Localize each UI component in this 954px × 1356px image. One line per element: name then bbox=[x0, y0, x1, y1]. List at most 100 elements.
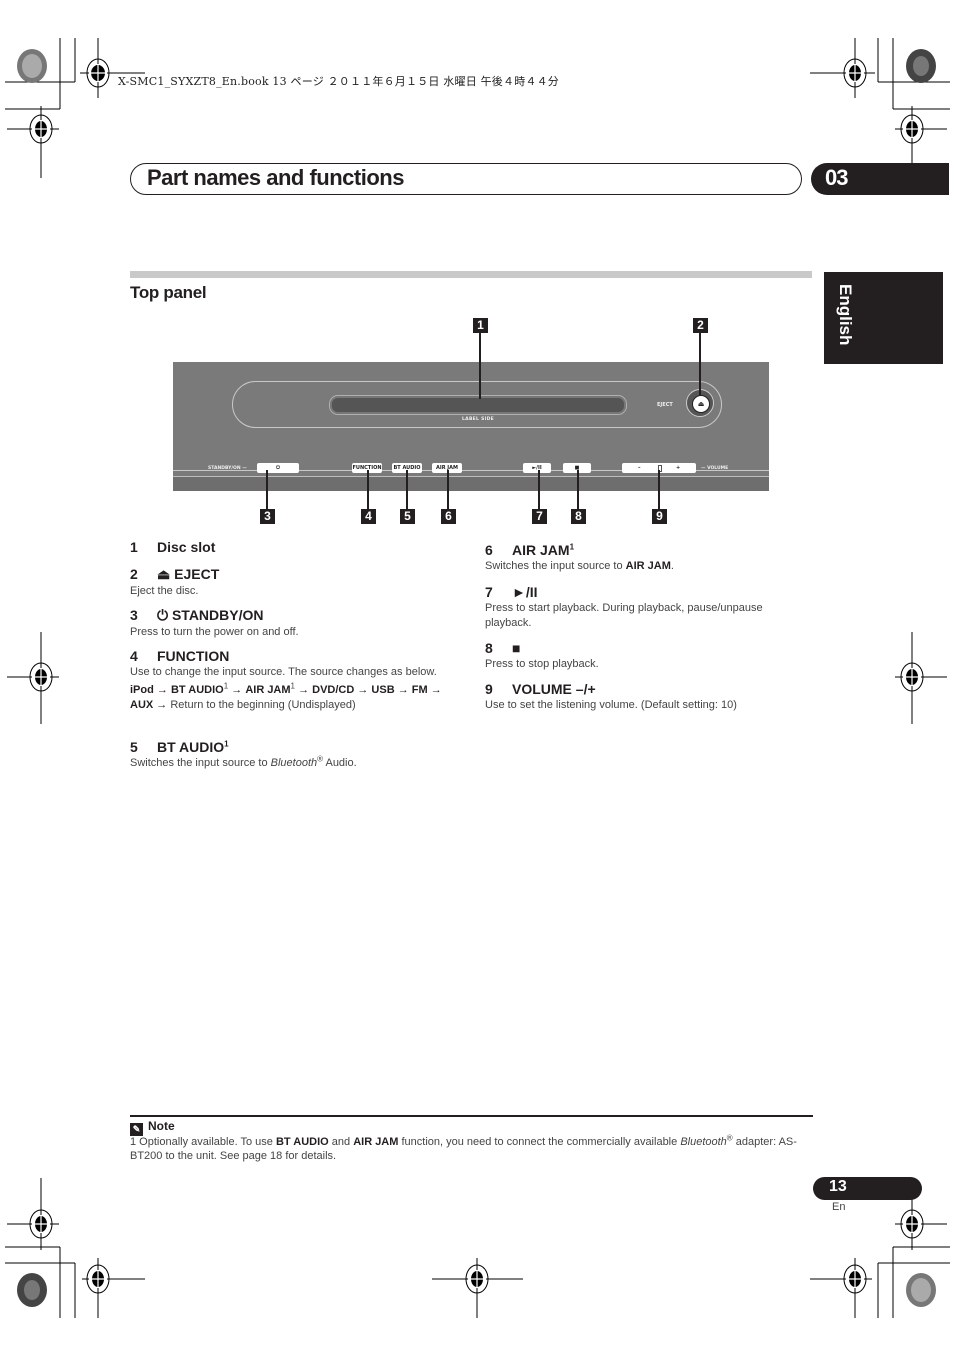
arrow-icon: → bbox=[397, 684, 409, 696]
item-description: Switches the input source to AIR JAM. bbox=[485, 559, 674, 574]
file-meta-header: X-SMC1_SYXZT8_En.book 13 ページ ２０１１年６月１５日 … bbox=[118, 75, 559, 88]
page-number-badge: 13 bbox=[813, 1177, 922, 1200]
arrow-icon: → bbox=[156, 684, 168, 696]
callout-leader-8 bbox=[577, 470, 579, 510]
callout-7: 7 bbox=[532, 509, 547, 524]
callout-6: 6 bbox=[441, 509, 456, 524]
callout-leader-2 bbox=[699, 333, 701, 395]
footnote-ref: 1 bbox=[290, 681, 295, 691]
callout-5: 5 bbox=[400, 509, 415, 524]
seq-fm: FM bbox=[411, 684, 428, 696]
chapter-number-badge: 03 bbox=[811, 163, 949, 195]
seq-return: Return to the beginning (Undisplayed) bbox=[170, 699, 356, 711]
callout-9: 9 bbox=[652, 509, 667, 524]
item-number: 6 bbox=[485, 542, 493, 558]
chapter-title-bar: Part names and functions bbox=[130, 163, 802, 195]
item-number: 1 bbox=[130, 539, 138, 555]
arrow-icon: → bbox=[357, 684, 369, 696]
page-language: En bbox=[832, 1201, 846, 1213]
item-description: Eject the disc. bbox=[130, 585, 199, 597]
item-volume: 9 VOLUME –/+ Use to set the listening vol… bbox=[485, 681, 737, 713]
note-bold: AIR JAM bbox=[353, 1136, 399, 1148]
desc-text: . bbox=[670, 560, 674, 572]
item-description: Switches the input source to Bluetooth® … bbox=[130, 755, 357, 771]
footnote-ref: 1 bbox=[569, 542, 575, 552]
desc-text: Switches the input source to bbox=[130, 757, 271, 769]
standby-button: ⏻ bbox=[257, 463, 299, 473]
eject-label: EJECT bbox=[657, 402, 673, 408]
callout-leader-6 bbox=[447, 470, 449, 510]
section-title: Top panel bbox=[130, 283, 207, 302]
seq-usb: USB bbox=[371, 684, 395, 696]
standby-label: STANDBY/ON — bbox=[208, 466, 247, 471]
item-stop: 8 ■ Press to stop playback. bbox=[485, 640, 599, 672]
seq-dvd-cd: DVD/CD bbox=[312, 684, 355, 696]
desc-text: Audio. bbox=[323, 757, 357, 769]
label-side-text: LABEL SIDE bbox=[462, 417, 495, 422]
play-pause-icon: ►/II bbox=[512, 584, 538, 600]
language-tab-label: English bbox=[836, 284, 855, 346]
item-title: ⏻ STANDBY/ON bbox=[157, 607, 264, 623]
callout-leader-9 bbox=[658, 470, 660, 510]
callout-3: 3 bbox=[260, 509, 275, 524]
power-icon: ⏻ bbox=[276, 465, 280, 471]
language-tab: English bbox=[824, 272, 943, 364]
item-description: Press to turn the power on and off. bbox=[130, 626, 299, 638]
page-number: 13 bbox=[829, 1178, 847, 1195]
note-text: Optionally available. To use bbox=[136, 1136, 276, 1148]
callout-leader-4 bbox=[367, 470, 369, 510]
footnote-ref: 1 bbox=[223, 681, 229, 691]
callout-4: 4 bbox=[361, 509, 376, 524]
item-standby-on: 3 ⏻ STANDBY/ON Press to turn the power on… bbox=[130, 607, 299, 640]
arrow-icon: → bbox=[298, 684, 310, 696]
disc-slot bbox=[329, 395, 627, 415]
note-heading: ✎ Note bbox=[130, 1119, 175, 1136]
item-air-jam: 6 AIR JAM1 Switches the input source to A… bbox=[485, 542, 674, 574]
volume-plus: + bbox=[676, 465, 681, 471]
item-title: VOLUME –/+ bbox=[512, 681, 596, 697]
note-footnote: 1 Optionally available. To use BT AUDIO … bbox=[130, 1134, 820, 1163]
note-divider bbox=[130, 1115, 813, 1117]
item-description: Use to set the listening volume. (Defaul… bbox=[485, 699, 737, 711]
desc-italic: Bluetooth bbox=[270, 757, 318, 769]
item-disc-slot: 1 Disc slot bbox=[130, 539, 215, 555]
item-number: 2 bbox=[130, 566, 138, 582]
callout-1: 1 bbox=[473, 318, 488, 333]
panel-lower-edge bbox=[173, 476, 769, 491]
arrow-icon: → bbox=[156, 699, 168, 711]
callout-leader-1 bbox=[479, 333, 481, 399]
footnote-ref: 1 bbox=[224, 739, 229, 749]
desc-bold: AIR JAM bbox=[625, 560, 671, 572]
chapter-title: Part names and functions bbox=[147, 165, 404, 190]
item-title: BT AUDIO bbox=[157, 739, 225, 755]
item-eject: 2 ⏏ EJECT Eject the disc. bbox=[130, 566, 219, 599]
item-title: FUNCTION bbox=[157, 648, 230, 664]
seq-bt-audio: BT AUDIO bbox=[170, 684, 224, 696]
item-title: Disc slot bbox=[157, 539, 216, 555]
item-description: Press to stop playback. bbox=[485, 658, 599, 670]
item-number: 9 bbox=[485, 681, 493, 697]
note-heading-text: Note bbox=[148, 1119, 175, 1133]
note-text: and bbox=[328, 1136, 354, 1148]
callout-8: 8 bbox=[571, 509, 586, 524]
item-title: AIR JAM bbox=[512, 542, 570, 558]
arrow-icon: → bbox=[231, 684, 243, 696]
arrow-icon: → bbox=[430, 684, 442, 696]
item-number: 4 bbox=[130, 648, 138, 664]
note-italic: Bluetooth bbox=[680, 1136, 727, 1148]
item-description: Use to change the input source. The sour… bbox=[130, 666, 437, 678]
callout-leader-5 bbox=[406, 470, 408, 510]
item-number: 8 bbox=[485, 640, 493, 656]
chapter-number: 03 bbox=[825, 165, 849, 190]
eject-icon: ⏏ bbox=[692, 395, 710, 413]
callout-leader-7 bbox=[538, 470, 540, 510]
item-title: ⏏ EJECT bbox=[157, 566, 220, 582]
callout-leader-3 bbox=[266, 470, 268, 510]
seq-air-jam: AIR JAM bbox=[245, 684, 291, 696]
seq-ipod: iPod bbox=[130, 684, 154, 696]
note-text: function, you need to connect the commer… bbox=[398, 1136, 681, 1148]
volume-minus: – bbox=[638, 465, 641, 471]
callout-2: 2 bbox=[693, 318, 708, 333]
item-play-pause: 7 ►/II Press to start playback. During pl… bbox=[485, 584, 805, 631]
top-panel-illustration: LABEL SIDE EJECT ⏏ STANDBY/ON — ⏻ FUNCTI… bbox=[173, 362, 769, 491]
